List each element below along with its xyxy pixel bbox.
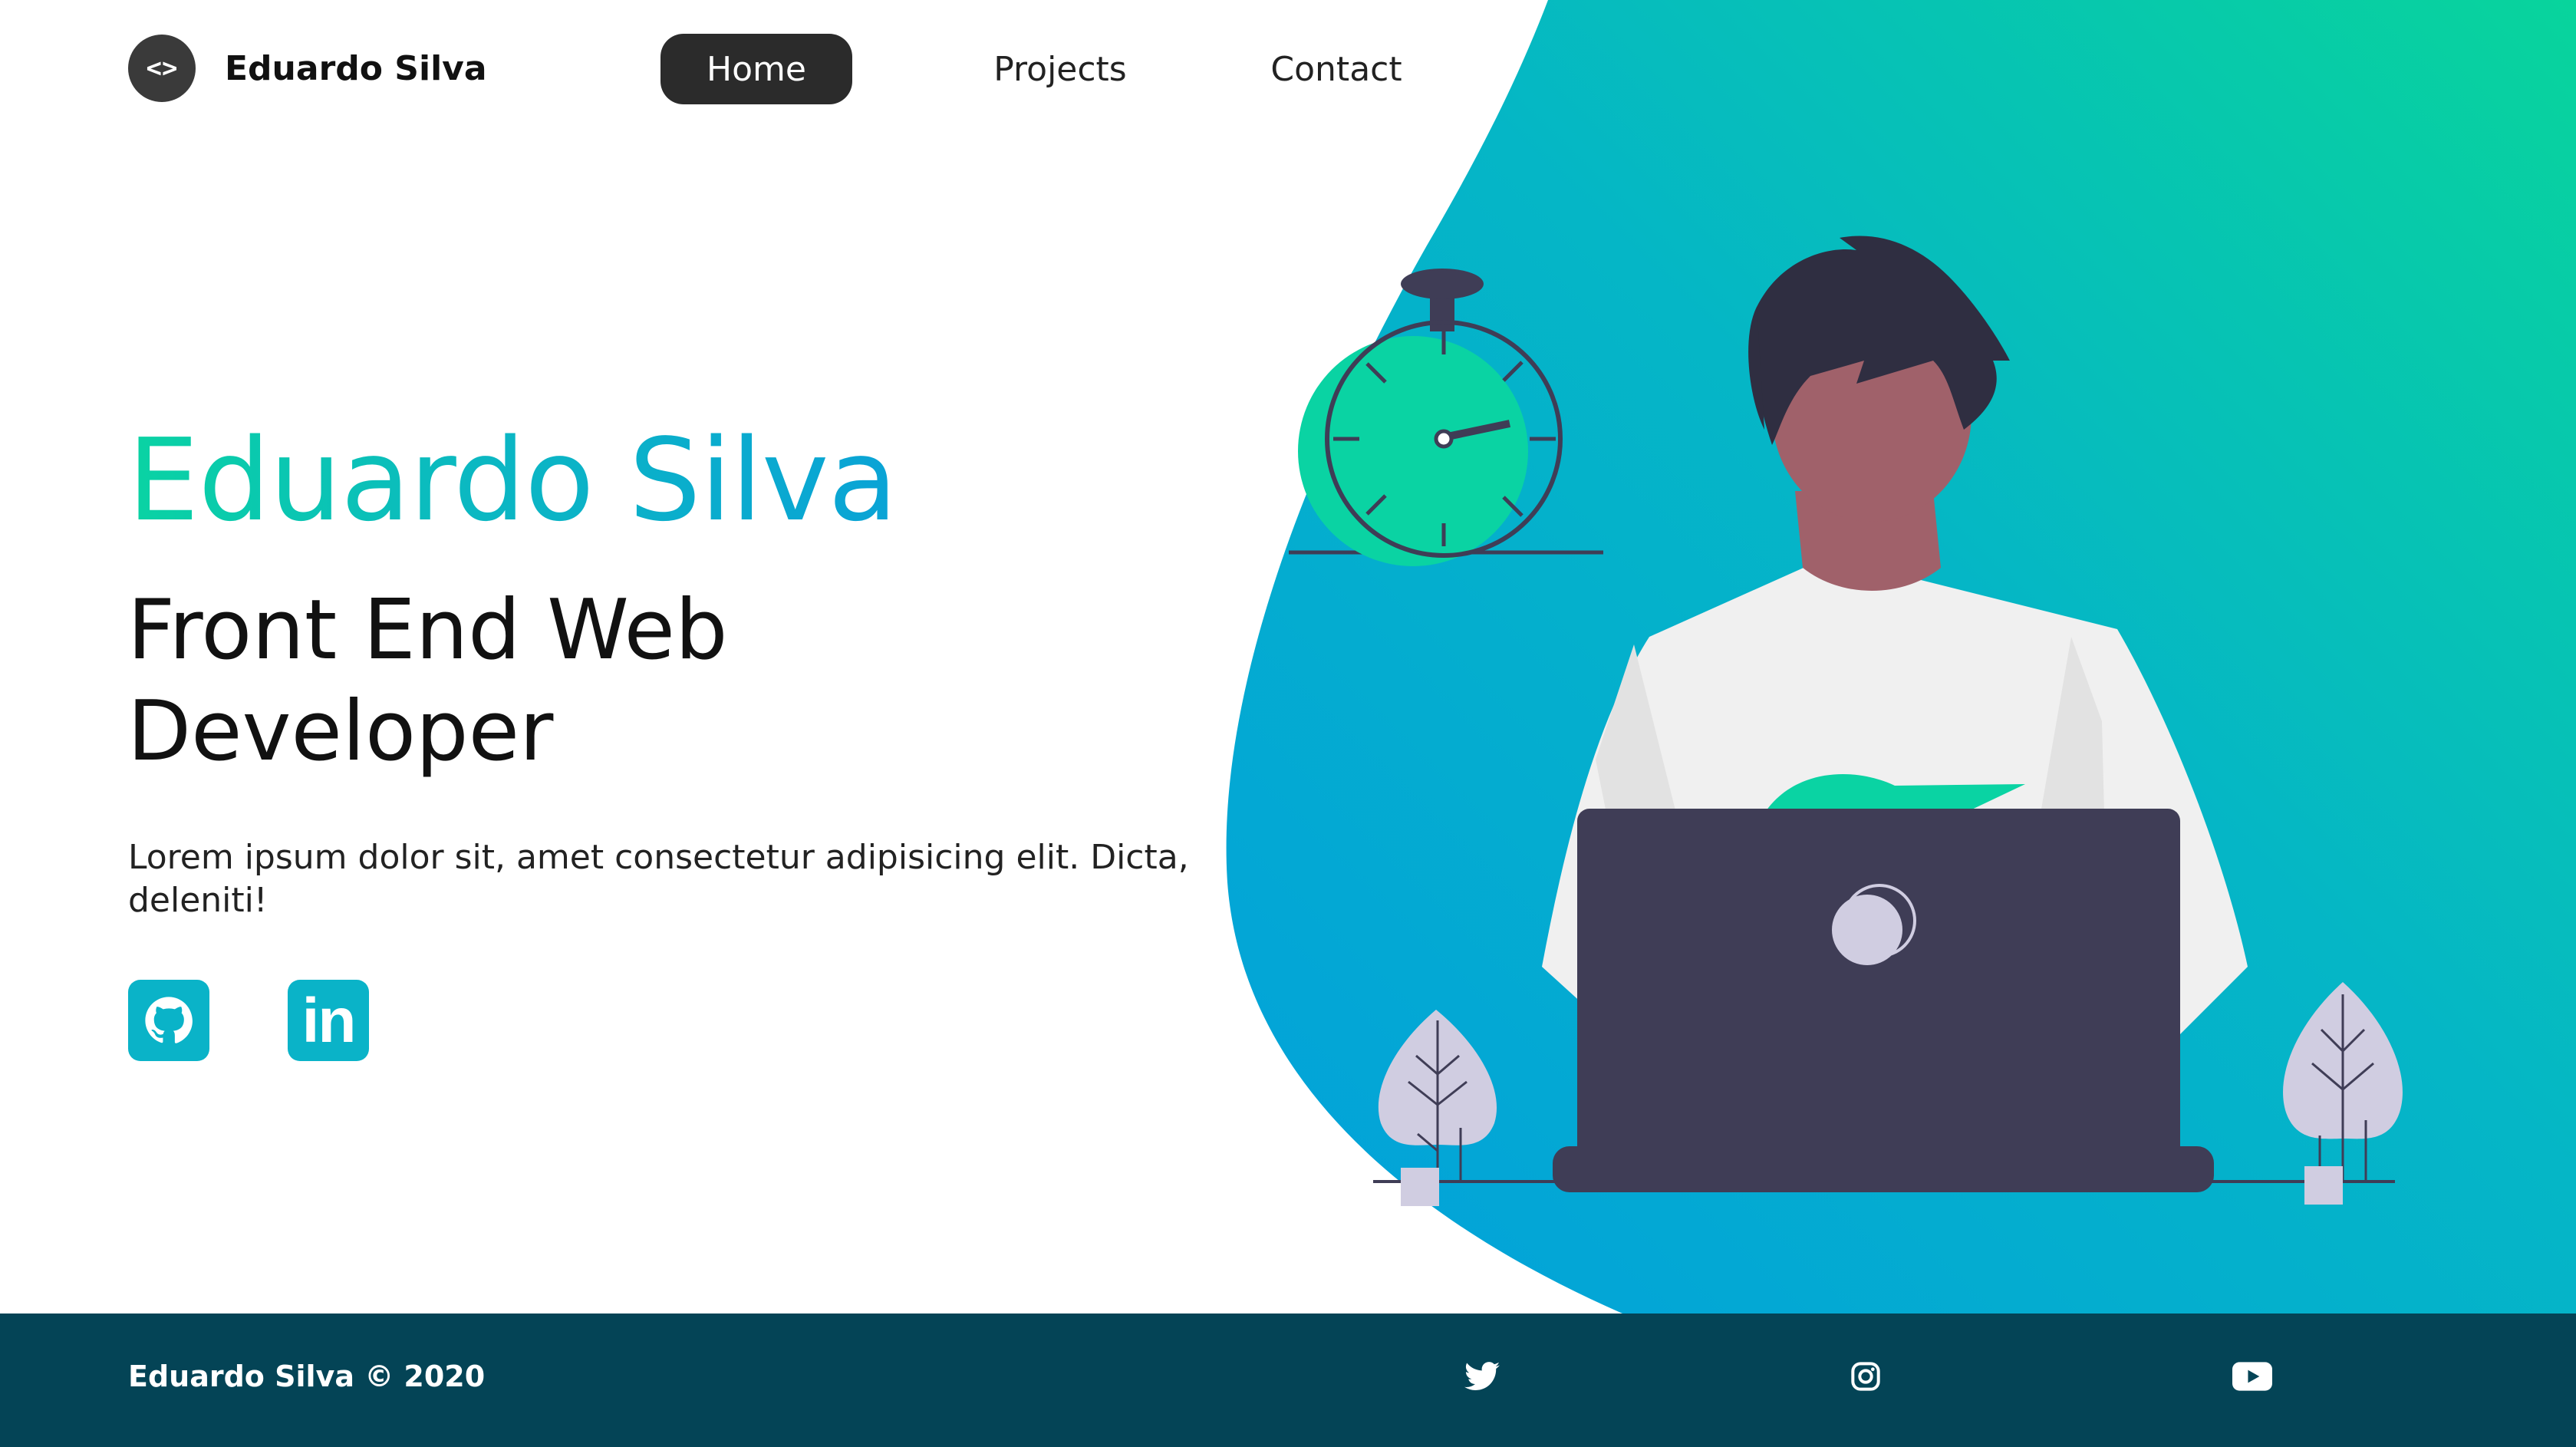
- twitter-link[interactable]: [1459, 1353, 1505, 1399]
- stopwatch-icon: [1289, 269, 1603, 566]
- plant-right-icon: [2209, 982, 2403, 1205]
- youtube-link[interactable]: [2229, 1353, 2275, 1399]
- github-link[interactable]: [128, 980, 209, 1061]
- github-icon: [145, 997, 193, 1043]
- footer: Eduardo Silva © 2020: [0, 1314, 2576, 1447]
- laptop-icon: [1553, 809, 2214, 1192]
- brand-name: Eduardo Silva: [225, 48, 487, 88]
- linkedin-link[interactable]: in: [288, 980, 369, 1061]
- code-brackets-logo-icon: <>: [128, 35, 196, 102]
- instagram-link[interactable]: [1843, 1353, 1889, 1399]
- footer-copyright: Eduardo Silva © 2020: [128, 1360, 486, 1393]
- instagram-icon: [1851, 1362, 1880, 1391]
- brand[interactable]: <> Eduardo Silva: [128, 35, 487, 102]
- youtube-icon: [2232, 1362, 2272, 1391]
- plant-left-icon: [1373, 1010, 1557, 1206]
- hero-name: Eduardo Silva: [127, 414, 898, 546]
- twitter-icon: [1464, 1362, 1500, 1391]
- nav-item-home[interactable]: Home: [660, 34, 852, 104]
- hero-description: Lorem ipsum dolor sit, amet consectetur …: [128, 838, 1189, 920]
- linkedin-icon: in: [301, 986, 357, 1056]
- nav-item-contact[interactable]: Contact: [1227, 34, 1445, 104]
- hero-role: Front End Web Developer: [127, 582, 728, 780]
- nav-item-projects[interactable]: Projects: [951, 34, 1169, 104]
